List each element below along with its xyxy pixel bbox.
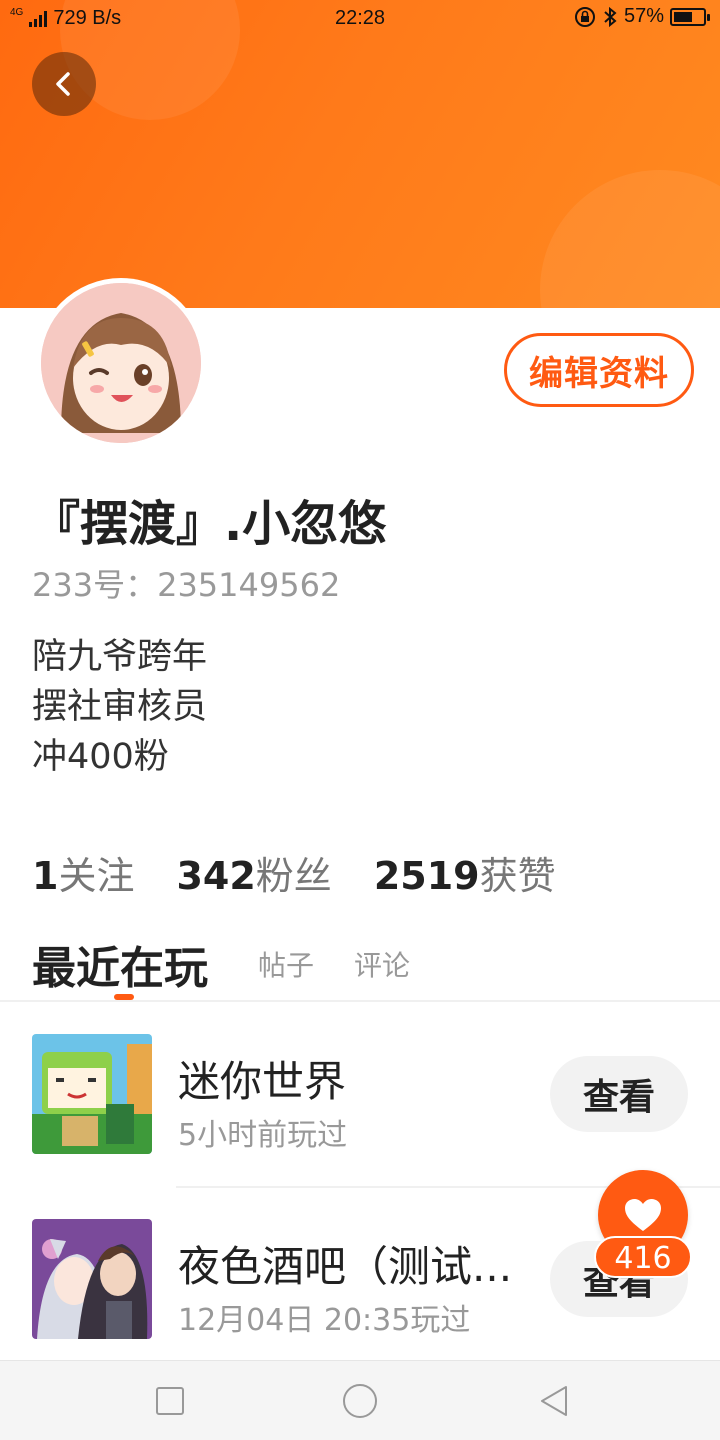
tab-posts[interactable]: 帖子 [258, 944, 314, 984]
stat-number: 2519 [373, 854, 480, 898]
user-id: 233号：235149562 [32, 566, 341, 604]
avatar[interactable] [36, 278, 206, 448]
stat-likes[interactable]: 2519获赞 [374, 845, 556, 900]
profile-stats: 1关注 342粉丝 2519获赞 [32, 845, 556, 900]
list-item[interactable]: 迷你世界 5小时前玩过 查看 [0, 1020, 720, 1170]
back-nav-button[interactable] [534, 1381, 574, 1421]
square-icon [156, 1387, 184, 1415]
triangle-back-icon [541, 1386, 567, 1416]
profile-name: 『摆渡』.小忽悠 [32, 496, 387, 552]
stat-number: 342 [176, 854, 256, 898]
system-navigation-bar [0, 1360, 720, 1440]
home-button[interactable] [340, 1381, 380, 1421]
game-played-time: 12月04日 20:35玩过 [178, 1303, 471, 1338]
game-played-time: 5小时前玩过 [178, 1118, 348, 1153]
stat-number: 1 [32, 854, 59, 898]
stat-label: 获赞 [479, 854, 556, 898]
bio-line: 冲400粉 [32, 737, 169, 777]
divider [0, 1000, 720, 1002]
profile-tabs: 最近在玩 帖子 评论 [32, 928, 692, 1000]
heart-icon [625, 1199, 661, 1231]
stat-following[interactable]: 1关注 [32, 845, 134, 900]
status-bar: 4G 729 B/s 22:28 57% [0, 0, 720, 38]
game-thumbnail [32, 1219, 152, 1339]
stat-label: 粉丝 [255, 854, 332, 898]
back-button[interactable] [32, 52, 96, 116]
avatar-image [41, 283, 201, 443]
bio-line: 摆社审核员 [32, 687, 208, 727]
game-title: 夜色酒吧（测试... [178, 1242, 513, 1291]
stat-followers[interactable]: 342粉丝 [176, 845, 331, 900]
stat-label: 关注 [58, 854, 135, 898]
bluetooth-icon [604, 6, 617, 27]
recent-apps-button[interactable] [150, 1381, 190, 1421]
rotation-lock-icon [574, 6, 595, 27]
profile-bio: 陪九爷跨年 摆社审核员 冲400粉 [32, 632, 207, 782]
battery-icon [670, 7, 710, 26]
battery-percent: 57% [623, 5, 664, 27]
view-button[interactable]: 查看 [550, 1056, 688, 1132]
edit-profile-button[interactable]: 编辑资料 [504, 333, 694, 407]
profile-banner [0, 0, 720, 308]
chevron-left-icon [56, 72, 70, 96]
tab-recently-played[interactable]: 最近在玩 [32, 932, 208, 996]
tab-comments[interactable]: 评论 [354, 944, 410, 984]
bio-line: 陪九爷跨年 [32, 637, 208, 677]
like-count: 416 [594, 1236, 692, 1278]
circle-icon [343, 1384, 377, 1418]
game-title: 迷你世界 [178, 1057, 347, 1106]
game-thumbnail [32, 1034, 152, 1154]
